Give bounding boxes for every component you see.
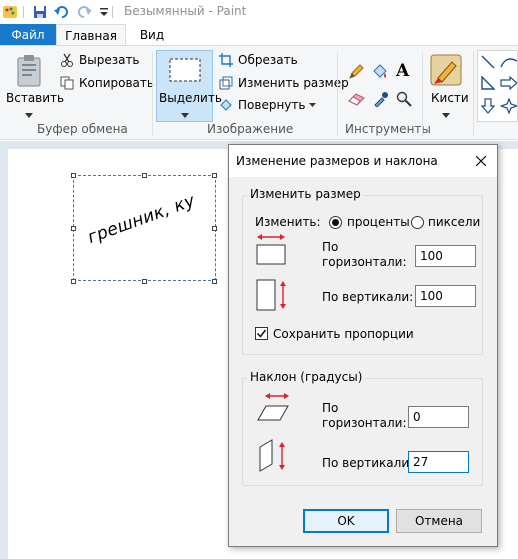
- skew-horizontal-label-line2: горизонтали:: [322, 416, 407, 430]
- clipboard-group-label: Буфер обмена: [37, 122, 128, 136]
- skew-vertical-icon: [258, 439, 290, 476]
- triangle-shape-icon[interactable]: [481, 75, 496, 93]
- title-separator: [112, 6, 113, 18]
- resize-vertical-label: По вертикали:: [322, 290, 414, 304]
- resize-by-label: Изменить:: [255, 215, 321, 229]
- magnifier-icon[interactable]: [396, 91, 412, 110]
- ribbon-home: Вставить Вырезать Копировать Буфер обмен…: [0, 45, 518, 140]
- right-arrow-shape-icon[interactable]: [500, 75, 517, 93]
- keep-ratio-label[interactable]: Сохранить пропорции: [273, 327, 414, 342]
- curve-shape-icon[interactable]: [500, 55, 517, 72]
- resize-button[interactable]: Изменить размер: [219, 76, 349, 90]
- resize-skew-dialog: Изменение размеров и наклона Изменить ра…: [228, 144, 498, 547]
- skew-vertical-label: По вертикали:: [322, 456, 414, 470]
- selection-handle[interactable]: [142, 279, 147, 284]
- selection-handle[interactable]: [142, 173, 147, 178]
- resize-label: Изменить размер: [238, 76, 349, 90]
- save-icon[interactable]: [32, 4, 48, 20]
- group-separator: [473, 52, 474, 136]
- undo-icon[interactable]: [54, 4, 70, 20]
- selection-handle[interactable]: [212, 279, 217, 284]
- crop-label: Обрезать: [238, 53, 298, 67]
- dialog-title-bar: Изменение размеров и наклона: [229, 145, 497, 177]
- cancel-button[interactable]: Отмена: [396, 509, 482, 533]
- ribbon-tabs: Файл Главная Вид: [0, 24, 518, 46]
- check-icon: [256, 329, 267, 338]
- paint-app-icon[interactable]: [2, 4, 18, 20]
- copy-button[interactable]: Копировать: [60, 76, 154, 90]
- scissors-icon: [60, 53, 76, 67]
- pixels-label[interactable]: пиксели: [428, 215, 480, 230]
- paste-icon[interactable]: [16, 54, 46, 91]
- pixels-radio[interactable]: [411, 216, 424, 229]
- resize-legend: Изменить размер: [247, 187, 364, 201]
- percent-label[interactable]: проценты: [347, 215, 410, 230]
- copy-icon: [60, 76, 76, 90]
- tab-view[interactable]: Вид: [126, 24, 178, 46]
- ok-button[interactable]: OK: [303, 509, 389, 533]
- resize-vertical-input[interactable]: [415, 285, 476, 307]
- down-arrow-shape-icon[interactable]: [480, 98, 496, 117]
- group-separator: [152, 52, 153, 136]
- resize-icon: [219, 76, 235, 90]
- rotate-label: Повернуть: [238, 98, 306, 112]
- paste-dropdown-arrow-icon[interactable]: [25, 107, 33, 121]
- crop-button[interactable]: Обрезать: [219, 53, 298, 67]
- window-title: Безымянный - Paint: [124, 4, 247, 18]
- tab-home[interactable]: Главная: [56, 24, 126, 46]
- crop-icon: [219, 53, 235, 67]
- star-shape-icon[interactable]: [499, 97, 517, 117]
- shapes-gallery[interactable]: [477, 50, 518, 122]
- selection-handle[interactable]: [71, 173, 76, 178]
- keep-ratio-checkbox[interactable]: [255, 327, 268, 340]
- skew-legend: Наклон (градусы): [247, 370, 366, 384]
- brushes-dropdown-arrow-icon[interactable]: [442, 107, 450, 121]
- redo-icon[interactable]: [76, 4, 92, 20]
- close-icon[interactable]: [465, 145, 497, 177]
- image-group-label: Изображение: [207, 122, 294, 136]
- selection-handle[interactable]: [212, 173, 217, 178]
- eraser-icon[interactable]: [348, 92, 366, 109]
- resize-vertical-icon: [256, 279, 290, 314]
- selection-handle[interactable]: [71, 279, 76, 284]
- skew-horizontal-label-line1: По: [322, 401, 339, 415]
- resize-horizontal-input[interactable]: [415, 245, 476, 267]
- selection-handle[interactable]: [212, 226, 217, 231]
- skew-horizontal-icon: [256, 392, 290, 427]
- cut-label: Вырезать: [79, 53, 140, 67]
- cut-button[interactable]: Вырезать: [60, 53, 140, 67]
- customize-quick-access-icon[interactable]: [96, 4, 112, 20]
- select-label: Выделить: [159, 91, 222, 105]
- rotate-dropdown-arrow-icon: [309, 103, 317, 107]
- select-dropdown-arrow-icon[interactable]: [181, 107, 189, 121]
- tab-file[interactable]: Файл: [0, 24, 56, 46]
- brushes-label[interactable]: Кисти: [431, 91, 469, 105]
- skew-vertical-input[interactable]: [408, 451, 469, 473]
- selection-handle[interactable]: [71, 226, 76, 231]
- line-shape-icon[interactable]: [481, 55, 495, 72]
- rotate-icon: [219, 98, 235, 112]
- skew-horizontal-input[interactable]: [408, 406, 469, 428]
- text-tool-icon[interactable]: A: [396, 61, 409, 81]
- select-rectangle-icon: [169, 58, 201, 85]
- paste-button[interactable]: Вставить: [6, 91, 64, 105]
- brushes-icon[interactable]: [430, 54, 462, 91]
- percent-radio[interactable]: [329, 216, 342, 229]
- color-picker-icon[interactable]: [373, 91, 389, 110]
- resize-horizontal-icon: [256, 233, 286, 268]
- quick-access-separator: [23, 6, 24, 18]
- fill-bucket-icon[interactable]: [371, 64, 389, 83]
- rotate-button[interactable]: Повернуть: [219, 98, 317, 112]
- group-separator: [337, 52, 338, 136]
- pencil-icon[interactable]: [348, 64, 364, 83]
- dialog-title: Изменение размеров и наклона: [236, 154, 438, 168]
- tools-group-label: Инструменты: [345, 122, 431, 136]
- copy-label: Копировать: [79, 76, 154, 90]
- resize-horizontal-label-line1: По: [322, 240, 339, 254]
- group-separator: [422, 52, 423, 136]
- title-bar: Безымянный - Paint: [0, 0, 518, 24]
- resize-horizontal-label-line2: горизонтали:: [322, 255, 407, 269]
